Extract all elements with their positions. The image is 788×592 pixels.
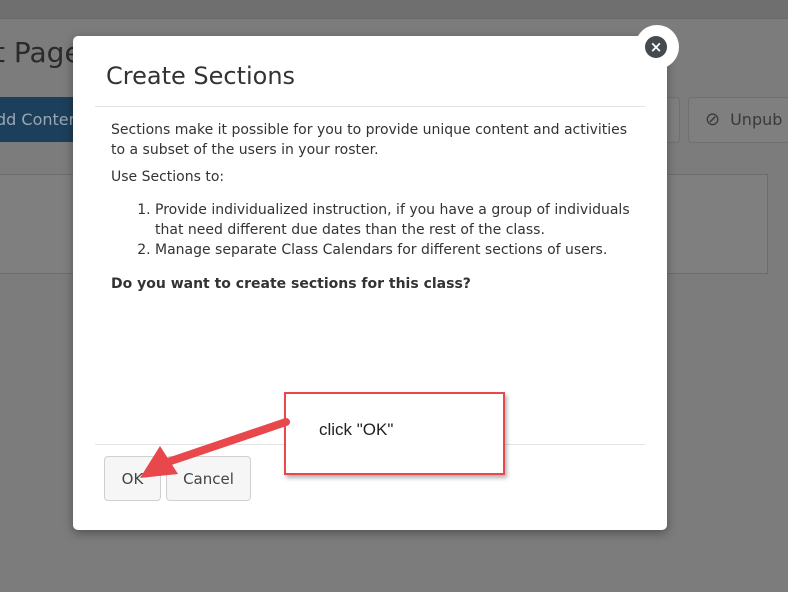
annotation-arrow [140, 418, 290, 478]
arrow-shaft [164, 418, 290, 466]
